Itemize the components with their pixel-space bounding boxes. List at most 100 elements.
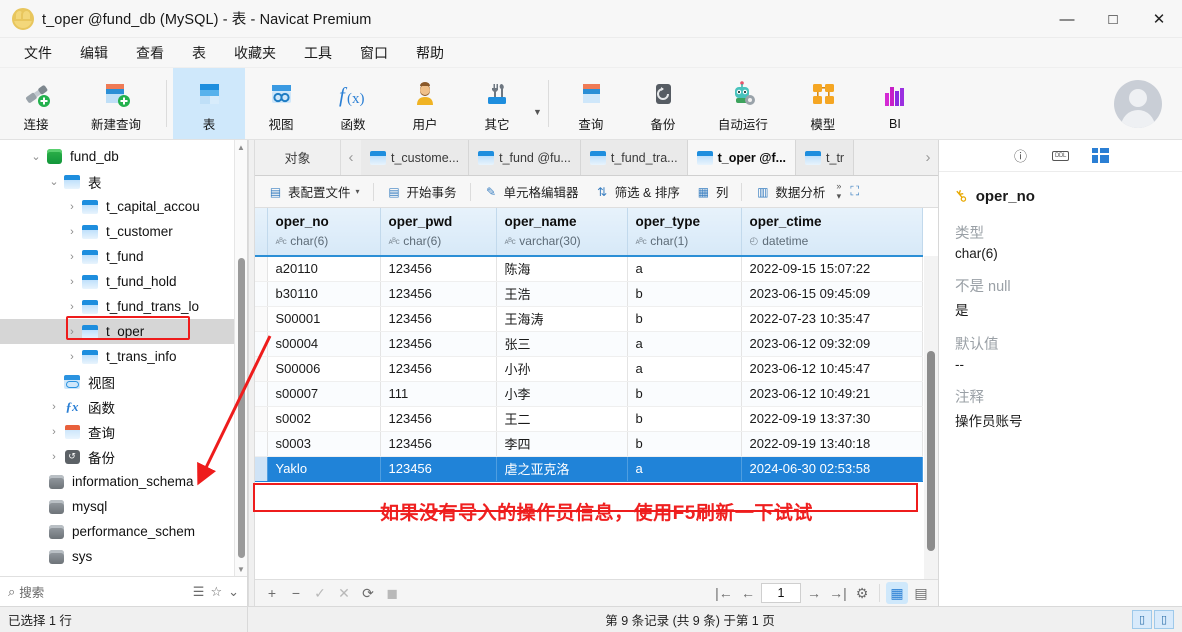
- table-row[interactable]: a20110 123456 陈海 a 2022-09-15 15:07:22: [255, 256, 923, 282]
- cell-oper-no[interactable]: s0002: [267, 406, 381, 432]
- cell-oper-type[interactable]: b: [627, 381, 742, 407]
- filter-sort-button[interactable]: ⇅ 筛选 & 排序: [588, 179, 687, 204]
- toolbar-model[interactable]: 模型: [787, 68, 859, 139]
- chevron-right-icon[interactable]: ›: [64, 326, 80, 338]
- chevron-right-icon[interactable]: ›: [64, 351, 80, 363]
- first-page-button[interactable]: |←: [713, 582, 735, 604]
- chevron-right-icon[interactable]: ›: [64, 251, 80, 263]
- table-profile-button[interactable]: ▤ 表配置文件 ▾: [261, 179, 367, 204]
- cell-oper-pwd[interactable]: 123456: [380, 281, 497, 307]
- cell-oper-ctime[interactable]: 2023-06-12 10:45:47: [741, 356, 923, 382]
- tab-t-fund-trans[interactable]: t_fund_tra...: [580, 140, 688, 175]
- toolbar-function[interactable]: f (x) 函数: [317, 68, 389, 139]
- toolbar-query[interactable]: 查询: [555, 68, 627, 139]
- toolbar-connection[interactable]: 连接: [0, 68, 72, 139]
- cell-oper-no[interactable]: s00004: [267, 331, 381, 357]
- tree-node-tables-folder[interactable]: ⌄ 表: [0, 169, 247, 194]
- table-row-selected[interactable]: Yaklo 123456 虐之亚克洛 a 2024-06-30 02:53:58: [255, 456, 923, 482]
- add-record-button[interactable]: +: [261, 582, 283, 604]
- tab-t-trans[interactable]: t_tr: [796, 140, 855, 175]
- chevron-right-icon[interactable]: ›: [64, 276, 80, 288]
- menu-table[interactable]: 表: [178, 40, 220, 66]
- tree-node-sys[interactable]: sys: [0, 544, 247, 569]
- cell-oper-no[interactable]: S00006: [267, 356, 381, 382]
- row-handle[interactable]: [255, 256, 268, 282]
- row-handle[interactable]: [255, 331, 268, 357]
- grid-scroll-thumb[interactable]: [927, 351, 935, 551]
- toolbar-bi[interactable]: BI: [859, 68, 931, 139]
- cell-oper-pwd[interactable]: 123456: [380, 456, 497, 482]
- tree-node-views-folder[interactable]: 视图: [0, 369, 247, 394]
- chevron-right-icon[interactable]: ›: [46, 451, 62, 463]
- row-handle[interactable]: [255, 356, 268, 382]
- table-row[interactable]: b30110 123456 王浩 b 2023-06-15 09:45:09: [255, 281, 923, 307]
- cell-oper-pwd[interactable]: 123456: [380, 406, 497, 432]
- tree-node-performance-schema[interactable]: performance_schem: [0, 519, 247, 544]
- sidebar-scrollbar[interactable]: ▲ ▼: [234, 140, 247, 576]
- chevron-down-icon[interactable]: ⌄: [28, 150, 44, 163]
- cell-oper-type[interactable]: a: [627, 331, 742, 357]
- cell-oper-pwd[interactable]: 123456: [380, 356, 497, 382]
- cell-oper-pwd[interactable]: 123456: [380, 431, 497, 457]
- cell-oper-name[interactable]: 陈海: [496, 256, 628, 282]
- tab-scroll-left-icon[interactable]: ‹: [341, 140, 361, 175]
- toolbar-overflow-caret[interactable]: ▼: [533, 68, 542, 139]
- column-header-oper-ctime[interactable]: oper_ctime ◴ datetime: [741, 208, 923, 257]
- cell-oper-no[interactable]: Yaklo: [267, 456, 381, 482]
- page-number-input[interactable]: 1: [761, 583, 801, 603]
- columns-button[interactable]: ▦ 列: [689, 179, 736, 204]
- user-avatar[interactable]: [1114, 80, 1162, 128]
- menu-view[interactable]: 查看: [122, 40, 178, 66]
- objects-button[interactable]: 对象: [255, 140, 341, 175]
- field-grid-icon[interactable]: [1089, 145, 1112, 166]
- scroll-up-arrow-icon[interactable]: ▲: [235, 140, 247, 154]
- cell-oper-ctime[interactable]: 2024-06-30 02:53:58: [741, 456, 923, 482]
- cell-oper-ctime[interactable]: 2023-06-15 09:45:09: [741, 281, 923, 307]
- cell-oper-name[interactable]: 王二: [496, 406, 628, 432]
- minimize-button[interactable]: —: [1044, 0, 1090, 38]
- column-header-oper-name[interactable]: oper_name ᴀᴮᴄ varchar(30): [496, 208, 628, 257]
- menu-file[interactable]: 文件: [10, 40, 66, 66]
- tree-node-t-customer[interactable]: › t_customer: [0, 219, 247, 244]
- filter-icon[interactable]: ☰: [193, 584, 205, 600]
- chevron-right-icon[interactable]: ›: [64, 201, 80, 213]
- menu-edit[interactable]: 编辑: [66, 40, 122, 66]
- row-handle[interactable]: [255, 431, 268, 457]
- row-handle[interactable]: [255, 381, 268, 407]
- cell-oper-name[interactable]: 王浩: [496, 281, 628, 307]
- favorite-star-icon[interactable]: ☆: [210, 584, 222, 600]
- menu-tools[interactable]: 工具: [290, 40, 346, 66]
- cell-oper-pwd[interactable]: 123456: [380, 306, 497, 332]
- right-panel-toggle[interactable]: ▯: [1154, 610, 1174, 629]
- prev-page-button[interactable]: ←: [737, 582, 759, 604]
- cell-oper-no[interactable]: S00001: [267, 306, 381, 332]
- scroll-down-arrow-icon[interactable]: ▼: [235, 562, 247, 576]
- table-row[interactable]: S00006 123456 小孙 a 2023-06-12 10:45:47: [255, 356, 923, 382]
- cell-oper-name[interactable]: 张三: [496, 331, 628, 357]
- chevron-right-icon[interactable]: ›: [46, 401, 62, 413]
- toolbar-backup[interactable]: 备份: [627, 68, 699, 139]
- toolbar-automation[interactable]: 自动运行: [699, 68, 787, 139]
- tree-node-t-fund[interactable]: › t_fund: [0, 244, 247, 269]
- apply-changes-button[interactable]: ✓: [309, 582, 331, 604]
- cell-oper-ctime[interactable]: 2022-09-19 13:40:18: [741, 431, 923, 457]
- cell-oper-type[interactable]: b: [627, 406, 742, 432]
- cell-oper-ctime[interactable]: 2023-06-12 10:49:21: [741, 381, 923, 407]
- cell-oper-no[interactable]: a20110: [267, 256, 381, 282]
- chevron-right-icon[interactable]: ›: [64, 226, 80, 238]
- ddl-icon[interactable]: DDL: [1050, 146, 1072, 166]
- cell-oper-no[interactable]: s0003: [267, 431, 381, 457]
- tree-node-fund-db[interactable]: ⌄ fund_db: [0, 144, 247, 169]
- sidebar-splitter[interactable]: [248, 140, 255, 606]
- left-panel-toggle[interactable]: ▯: [1132, 610, 1152, 629]
- maximize-button[interactable]: □: [1090, 0, 1136, 38]
- stop-button[interactable]: ◼: [381, 582, 403, 604]
- tree-node-mysql[interactable]: mysql: [0, 494, 247, 519]
- tab-scroll-right-icon[interactable]: ›: [918, 140, 938, 175]
- cell-oper-ctime[interactable]: 2023-06-12 09:32:09: [741, 331, 923, 357]
- table-row[interactable]: s0003 123456 李四 b 2022-09-19 13:40:18: [255, 431, 923, 457]
- toolbar-new-query[interactable]: 新建查询: [72, 68, 160, 139]
- cell-oper-type[interactable]: b: [627, 431, 742, 457]
- cell-oper-pwd[interactable]: 123456: [380, 256, 497, 282]
- cell-oper-type[interactable]: a: [627, 356, 742, 382]
